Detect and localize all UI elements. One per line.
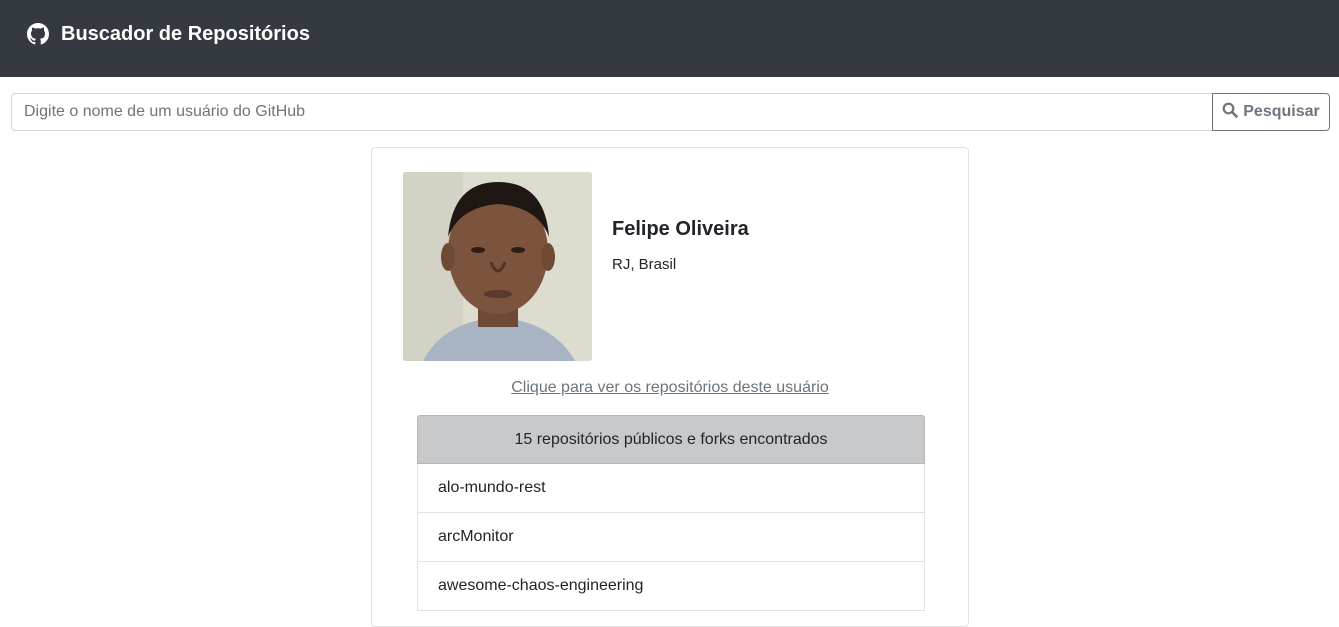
avatar (403, 172, 592, 361)
search-input[interactable] (11, 93, 1214, 131)
list-item[interactable]: alo-mundo-rest (417, 464, 925, 513)
repository-list: 15 repositórios públicos e forks encontr… (417, 415, 925, 611)
search-icon (1222, 102, 1239, 123)
list-item[interactable]: awesome-chaos-engineering (417, 562, 925, 611)
view-repositories-link[interactable]: Clique para ver os repositórios deste us… (372, 377, 968, 399)
repository-count-header: 15 repositórios públicos e forks encontr… (417, 415, 925, 464)
search-button-label: Pesquisar (1243, 103, 1320, 120)
profile-card: Felipe Oliveira RJ, Brasil Clique para v… (371, 147, 969, 627)
navbar: Buscador de Repositórios (0, 0, 1339, 77)
user-name: Felipe Oliveira (612, 218, 749, 240)
app-title[interactable]: Buscador de Repositórios (61, 21, 310, 47)
github-icon (27, 23, 49, 45)
search-button[interactable]: Pesquisar (1212, 93, 1330, 131)
user-location: RJ, Brasil (612, 256, 677, 273)
list-item[interactable]: arcMonitor (417, 513, 925, 562)
